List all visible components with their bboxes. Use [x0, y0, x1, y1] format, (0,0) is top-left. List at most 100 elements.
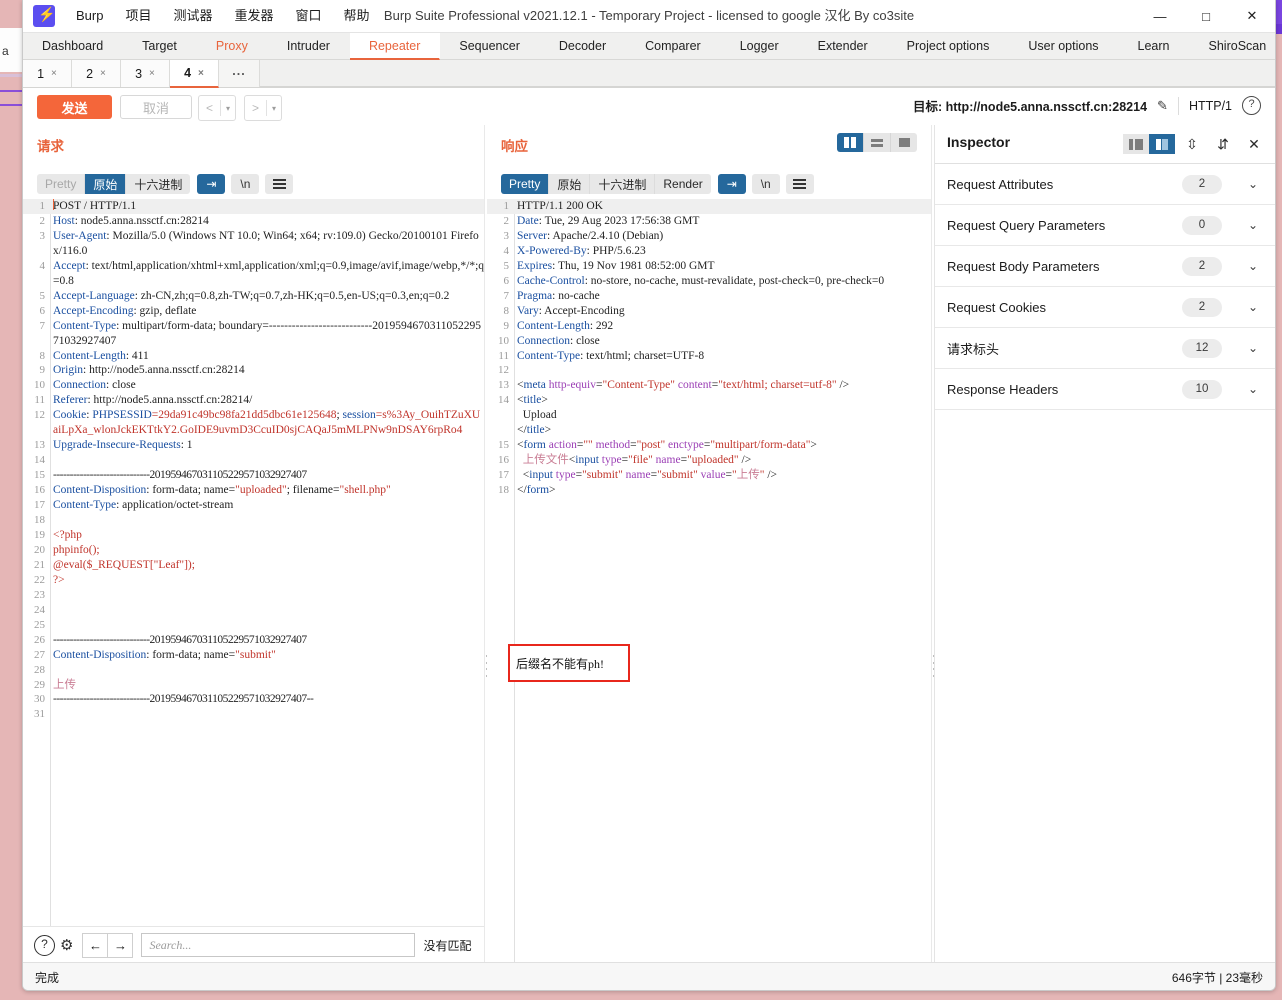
- close-icon[interactable]: ×: [51, 68, 57, 79]
- inspector-section-request-query-parameters[interactable]: Request Query Parameters 0 ⌄: [935, 205, 1275, 246]
- request-code[interactable]: 1 POST / HTTP/1.1 2 Host: node5.anna.nssctf…: [23, 199, 485, 722]
- response-tab-raw[interactable]: 原始: [549, 174, 591, 194]
- tab-sequencer[interactable]: Sequencer: [440, 33, 539, 59]
- tab-logger[interactable]: Logger: [721, 33, 799, 59]
- tab-repeater[interactable]: Repeater: [349, 33, 441, 60]
- code-token: "": [583, 439, 593, 452]
- chevron-down-icon[interactable]: ▾: [221, 104, 235, 113]
- word-wrap-icon[interactable]: ⇥: [197, 174, 226, 194]
- response-tab-render[interactable]: Render: [655, 174, 711, 194]
- close-inspector-icon[interactable]: ✕: [1240, 133, 1268, 155]
- split-rows-icon[interactable]: [864, 133, 891, 152]
- chevron-down-icon[interactable]: ⌄: [1248, 218, 1258, 232]
- help-icon[interactable]: ?: [34, 934, 55, 956]
- tab-shiroscan[interactable]: ShiroScan: [1190, 33, 1275, 59]
- hamburger-icon[interactable]: [265, 174, 294, 194]
- tab-target[interactable]: Target: [123, 33, 197, 59]
- code-token: </: [517, 484, 527, 497]
- chevron-down-icon[interactable]: ⌄: [1248, 177, 1258, 191]
- code-token: Vary: [517, 304, 539, 317]
- menu-item-project[interactable]: 项目: [114, 0, 162, 32]
- inspector-section-request-headers[interactable]: 请求标头 12 ⌄: [935, 328, 1275, 369]
- minimize-button[interactable]: —: [1137, 0, 1183, 32]
- response-code[interactable]: 1 HTTP/1.1 200 OK 2 Date: Tue, 29 Aug 2023 …: [487, 199, 931, 498]
- back-arrow-icon[interactable]: <: [199, 101, 220, 115]
- repeater-tab-4[interactable]: 4 ×: [170, 60, 219, 88]
- tab-intruder[interactable]: Intruder: [268, 33, 350, 59]
- request-tab-hex[interactable]: 十六进制: [126, 174, 191, 194]
- code-line: 8 Content-Length: 411: [23, 349, 485, 364]
- response-tab-hex[interactable]: 十六进制: [590, 174, 656, 194]
- repeater-tab-strip: 1 × 2 × 3 × 4 × ...: [23, 60, 1275, 88]
- code-line: 17 Content-Type: application/octet-stream: [23, 498, 485, 513]
- maximize-button[interactable]: □: [1183, 0, 1229, 32]
- history-back-group[interactable]: < ▾: [198, 95, 236, 121]
- expand-all-icon[interactable]: ⇳: [1178, 133, 1206, 155]
- pane-left-icon[interactable]: [1123, 134, 1149, 154]
- close-button[interactable]: ✕: [1229, 0, 1275, 32]
- tab-user-options[interactable]: User options: [1009, 33, 1118, 59]
- tab-comparer[interactable]: Comparer: [626, 33, 721, 59]
- tab-decoder[interactable]: Decoder: [540, 33, 626, 59]
- repeater-tab-1[interactable]: 1 ×: [23, 60, 72, 87]
- single-pane-icon[interactable]: [891, 133, 917, 152]
- chevron-down-icon[interactable]: ▾: [267, 104, 281, 113]
- request-editor[interactable]: 1 POST / HTTP/1.1 2 Host: node5.anna.nssctf…: [23, 199, 485, 963]
- gear-icon[interactable]: ⚙: [60, 936, 73, 954]
- menu-item-repeater[interactable]: 重发器: [224, 0, 285, 32]
- response-tab-pretty[interactable]: Pretty: [501, 174, 550, 194]
- code-token: "multipart/form-data": [710, 439, 811, 452]
- section-label: Request Query Parameters: [947, 217, 1106, 233]
- line-number: 18: [498, 484, 509, 497]
- menu-item-window[interactable]: 窗口: [285, 0, 333, 32]
- tab-dashboard[interactable]: Dashboard: [23, 33, 123, 59]
- history-forward-group[interactable]: > ▾: [244, 95, 282, 121]
- cancel-button[interactable]: 取消: [120, 95, 192, 119]
- http-version-label[interactable]: HTTP/1: [1189, 99, 1232, 113]
- chevron-down-icon[interactable]: ⌄: [1248, 300, 1258, 314]
- pencil-icon[interactable]: ✎: [1157, 98, 1168, 114]
- code-line: 25: [23, 618, 485, 633]
- help-icon[interactable]: ?: [1242, 96, 1261, 115]
- search-prev-button[interactable]: ←: [82, 932, 108, 958]
- inspector-section-request-body-parameters[interactable]: Request Body Parameters 2 ⌄: [935, 246, 1275, 287]
- forward-arrow-icon[interactable]: >: [245, 101, 266, 115]
- tab-proxy[interactable]: Proxy: [197, 33, 268, 59]
- split-columns-icon[interactable]: [837, 133, 864, 152]
- request-tab-pretty[interactable]: Pretty: [37, 174, 86, 194]
- collapse-all-icon[interactable]: ⇵: [1209, 133, 1237, 155]
- close-icon[interactable]: ×: [198, 68, 204, 79]
- close-icon[interactable]: ×: [100, 68, 106, 79]
- code-line: 17 <input type="submit" name="submit" va…: [487, 468, 931, 483]
- repeater-tab-2[interactable]: 2 ×: [72, 60, 121, 87]
- hamburger-icon[interactable]: [785, 174, 814, 194]
- close-icon[interactable]: ×: [149, 68, 155, 79]
- code-token: form: [526, 484, 550, 497]
- inspector-section-request-attributes[interactable]: Request Attributes 2 ⌄: [935, 164, 1275, 205]
- request-tab-raw[interactable]: 原始: [85, 174, 127, 194]
- pane-right-icon[interactable]: [1149, 134, 1175, 154]
- chevron-down-icon[interactable]: ⌄: [1248, 259, 1258, 273]
- repeater-tab-3[interactable]: 3 ×: [121, 60, 170, 87]
- chevron-down-icon[interactable]: ⌄: [1248, 341, 1258, 355]
- search-next-button[interactable]: →: [107, 932, 134, 958]
- menu-item-help[interactable]: 帮助: [333, 0, 381, 32]
- chevron-down-icon[interactable]: ⌄: [1248, 382, 1258, 396]
- word-wrap-icon[interactable]: ⇥: [717, 174, 746, 194]
- response-editor[interactable]: 1 HTTP/1.1 200 OK 2 Date: Tue, 29 Aug 2023 …: [487, 199, 931, 963]
- newline-icon[interactable]: \n: [231, 174, 260, 194]
- menu-item-intruder[interactable]: 测试器: [162, 0, 223, 32]
- inspector-section-request-cookies[interactable]: Request Cookies 2 ⌄: [935, 287, 1275, 328]
- newline-icon[interactable]: \n: [751, 174, 780, 194]
- repeater-tab-more[interactable]: ...: [219, 60, 260, 87]
- menu-item-burp[interactable]: Burp: [65, 0, 114, 32]
- tab-project-options[interactable]: Project options: [888, 33, 1010, 59]
- code-token: Cache-Control: [517, 274, 585, 287]
- tab-learn[interactable]: Learn: [1119, 33, 1190, 59]
- code-line: 12 Cookie: PHPSESSID=29da91c49bc98fa21dd5…: [23, 408, 485, 438]
- inspector-section-response-headers[interactable]: Response Headers 10 ⌄: [935, 369, 1275, 410]
- request-search-input[interactable]: Search...: [141, 933, 416, 957]
- send-button[interactable]: 发送: [37, 95, 112, 119]
- tab-extender[interactable]: Extender: [799, 33, 888, 59]
- code-token: ?>: [53, 573, 65, 586]
